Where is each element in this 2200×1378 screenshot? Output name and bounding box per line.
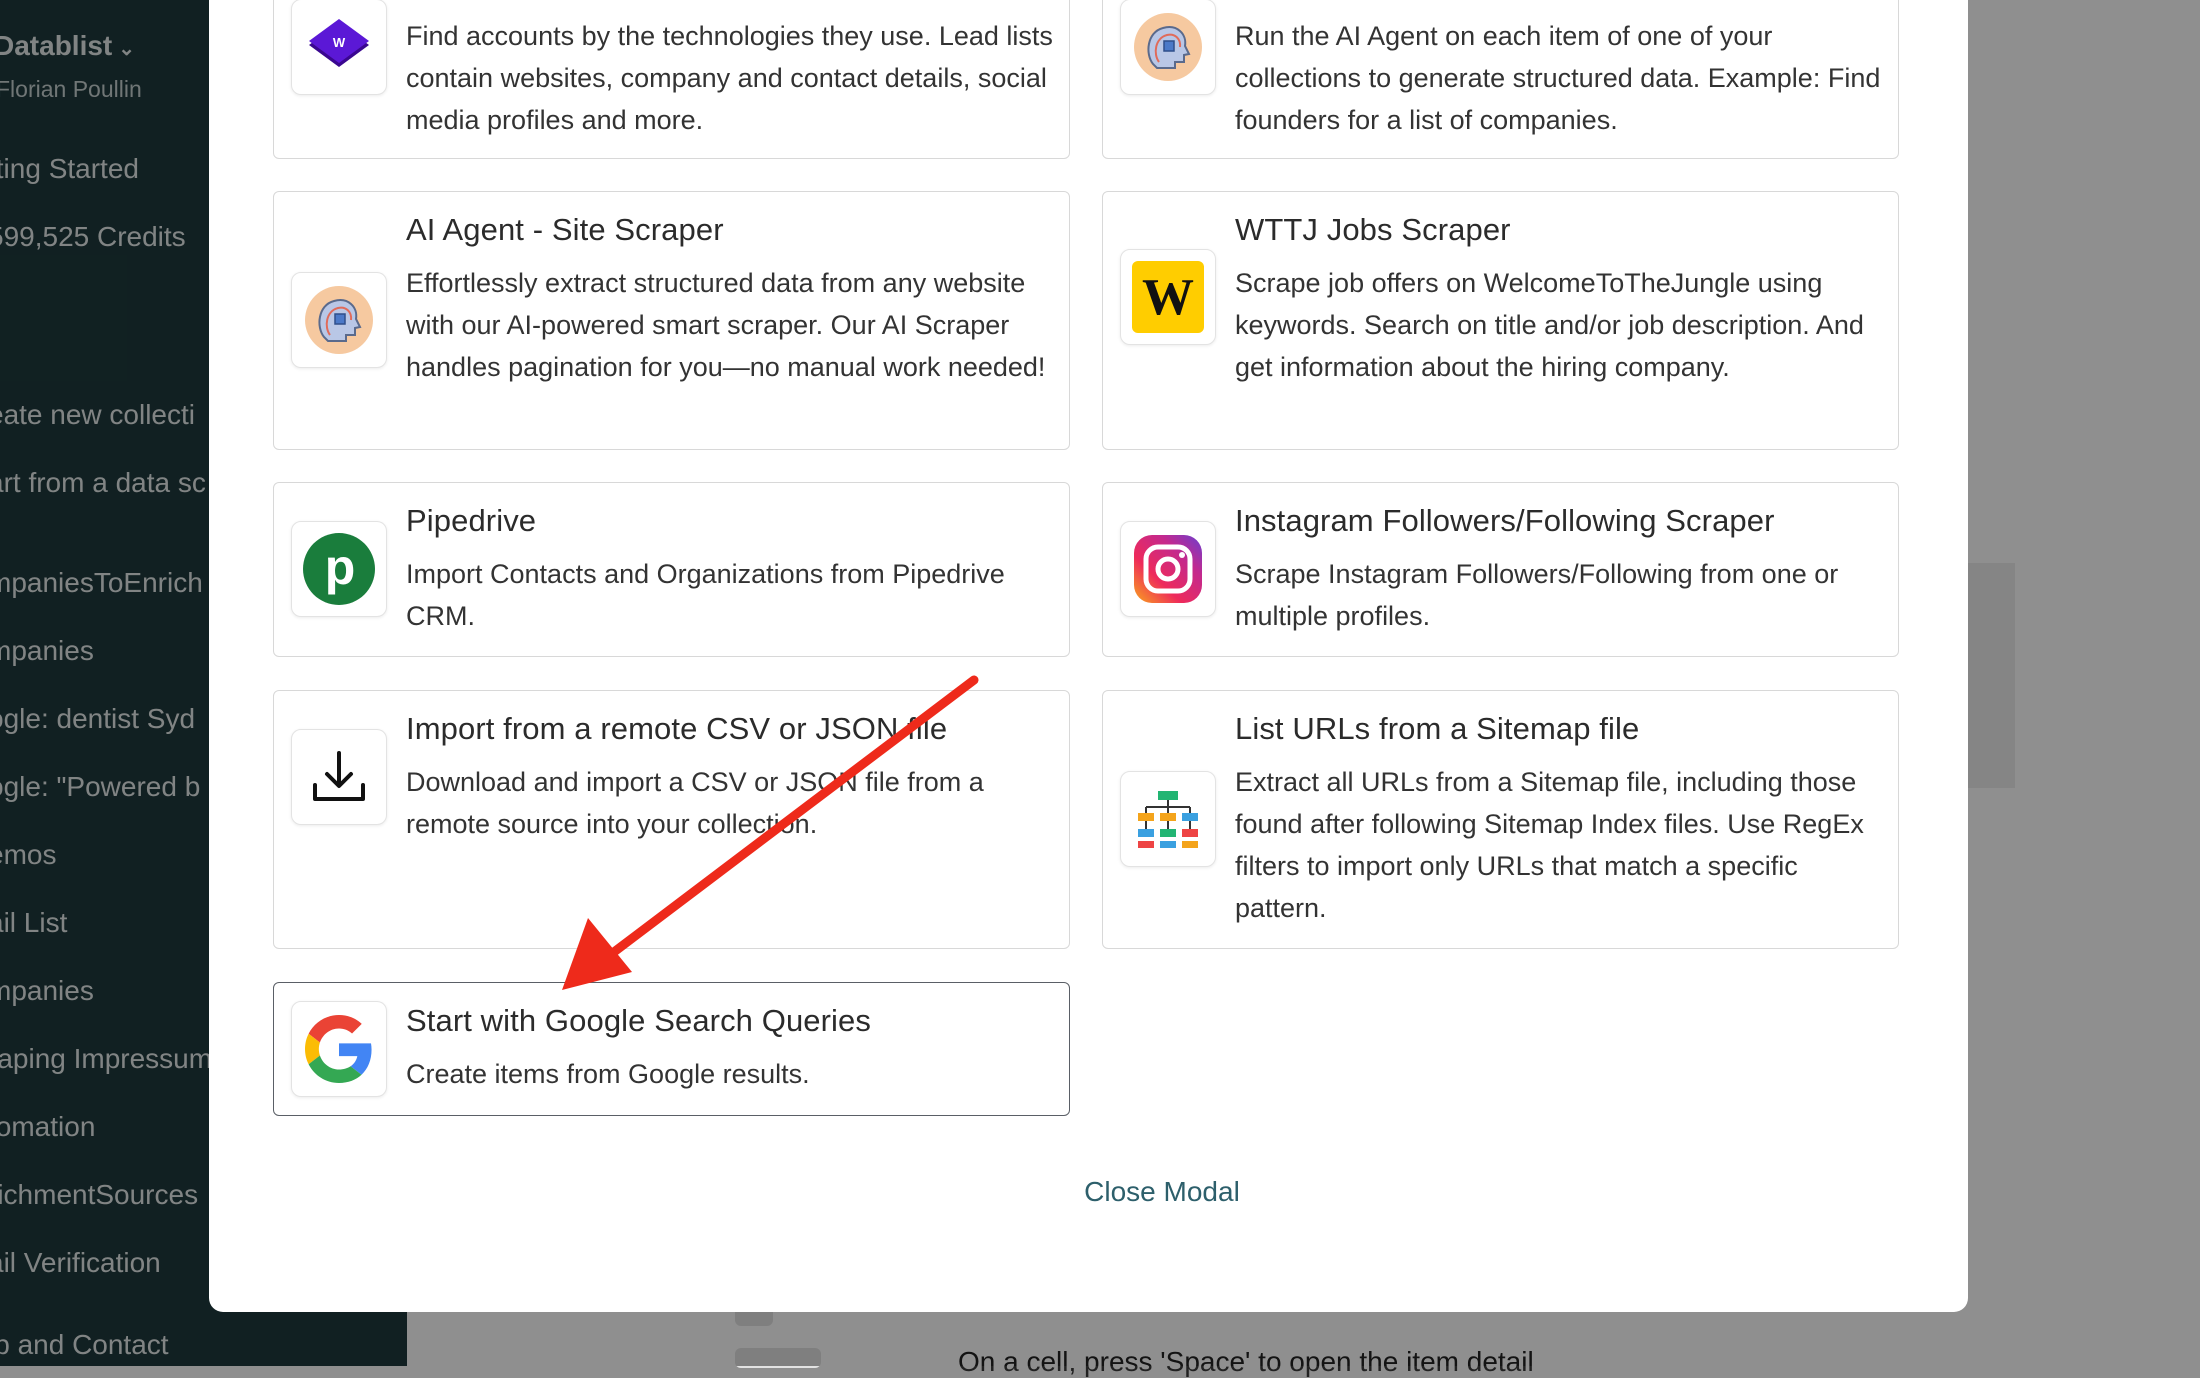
google-icon: [291, 1001, 387, 1097]
card-description: Find accounts by the technologies they u…: [406, 21, 1053, 135]
card-description: Extract all URLs from a Sitemap file, in…: [1235, 767, 1864, 923]
card-title: AI Agent - Site Scraper: [406, 212, 724, 247]
source-card-wttj[interactable]: W WTTJ Jobs Scraper Scrape job offers on…: [1102, 191, 1899, 450]
card-description: Scrape Instagram Followers/Following fro…: [1235, 559, 1839, 631]
source-card-sitemap[interactable]: List URLs from a Sitemap file Extract al…: [1102, 690, 1899, 949]
card-title: WTTJ Jobs Scraper: [1235, 212, 1511, 247]
download-icon: [291, 729, 387, 825]
ai-agent-icon: [1120, 0, 1216, 95]
card-title: Start with Google Search Queries: [406, 1003, 871, 1038]
source-card-ai-agent-collection[interactable]: Run the AI Agent on each item of one of …: [1102, 0, 1899, 159]
data-source-modal: W Find accounts by the technologies they…: [209, 0, 1968, 1312]
card-title: List URLs from a Sitemap file: [1235, 711, 1640, 746]
card-title: Pipedrive: [406, 503, 537, 538]
source-card-wappalyzer[interactable]: W Find accounts by the technologies they…: [273, 0, 1070, 159]
source-card-ai-site-scraper[interactable]: AI Agent - Site Scraper Effortlessly ext…: [273, 191, 1070, 450]
card-description: Download and import a CSV or JSON file f…: [406, 767, 984, 839]
ai-agent-icon: [291, 272, 387, 368]
sitemap-icon: [1120, 771, 1216, 867]
card-description: Run the AI Agent on each item of one of …: [1235, 21, 1881, 135]
svg-text:p: p: [325, 539, 356, 595]
wttj-icon: W: [1120, 249, 1216, 345]
pipedrive-icon: p: [291, 521, 387, 617]
instagram-icon: [1120, 521, 1216, 617]
source-card-google-search[interactable]: Start with Google Search Queries Create …: [273, 982, 1070, 1116]
card-description: Import Contacts and Organizations from P…: [406, 559, 1005, 631]
card-title: Import from a remote CSV or JSON file: [406, 711, 948, 746]
wappalyzer-icon: W: [291, 0, 387, 95]
close-modal-button[interactable]: Close Modal: [1012, 1176, 1312, 1208]
svg-text:W: W: [333, 35, 346, 50]
card-title: Instagram Followers/Following Scraper: [1235, 503, 1775, 538]
source-card-pipedrive[interactable]: p Pipedrive Import Contacts and Organiza…: [273, 482, 1070, 657]
card-description: Effortlessly extract structured data fro…: [406, 268, 1046, 382]
source-card-remote-csv-json[interactable]: Import from a remote CSV or JSON file Do…: [273, 690, 1070, 949]
card-description: Create items from Google results.: [406, 1059, 810, 1089]
source-card-instagram[interactable]: Instagram Followers/Following Scraper Sc…: [1102, 482, 1899, 657]
card-description: Scrape job offers on WelcomeToTheJungle …: [1235, 268, 1864, 382]
